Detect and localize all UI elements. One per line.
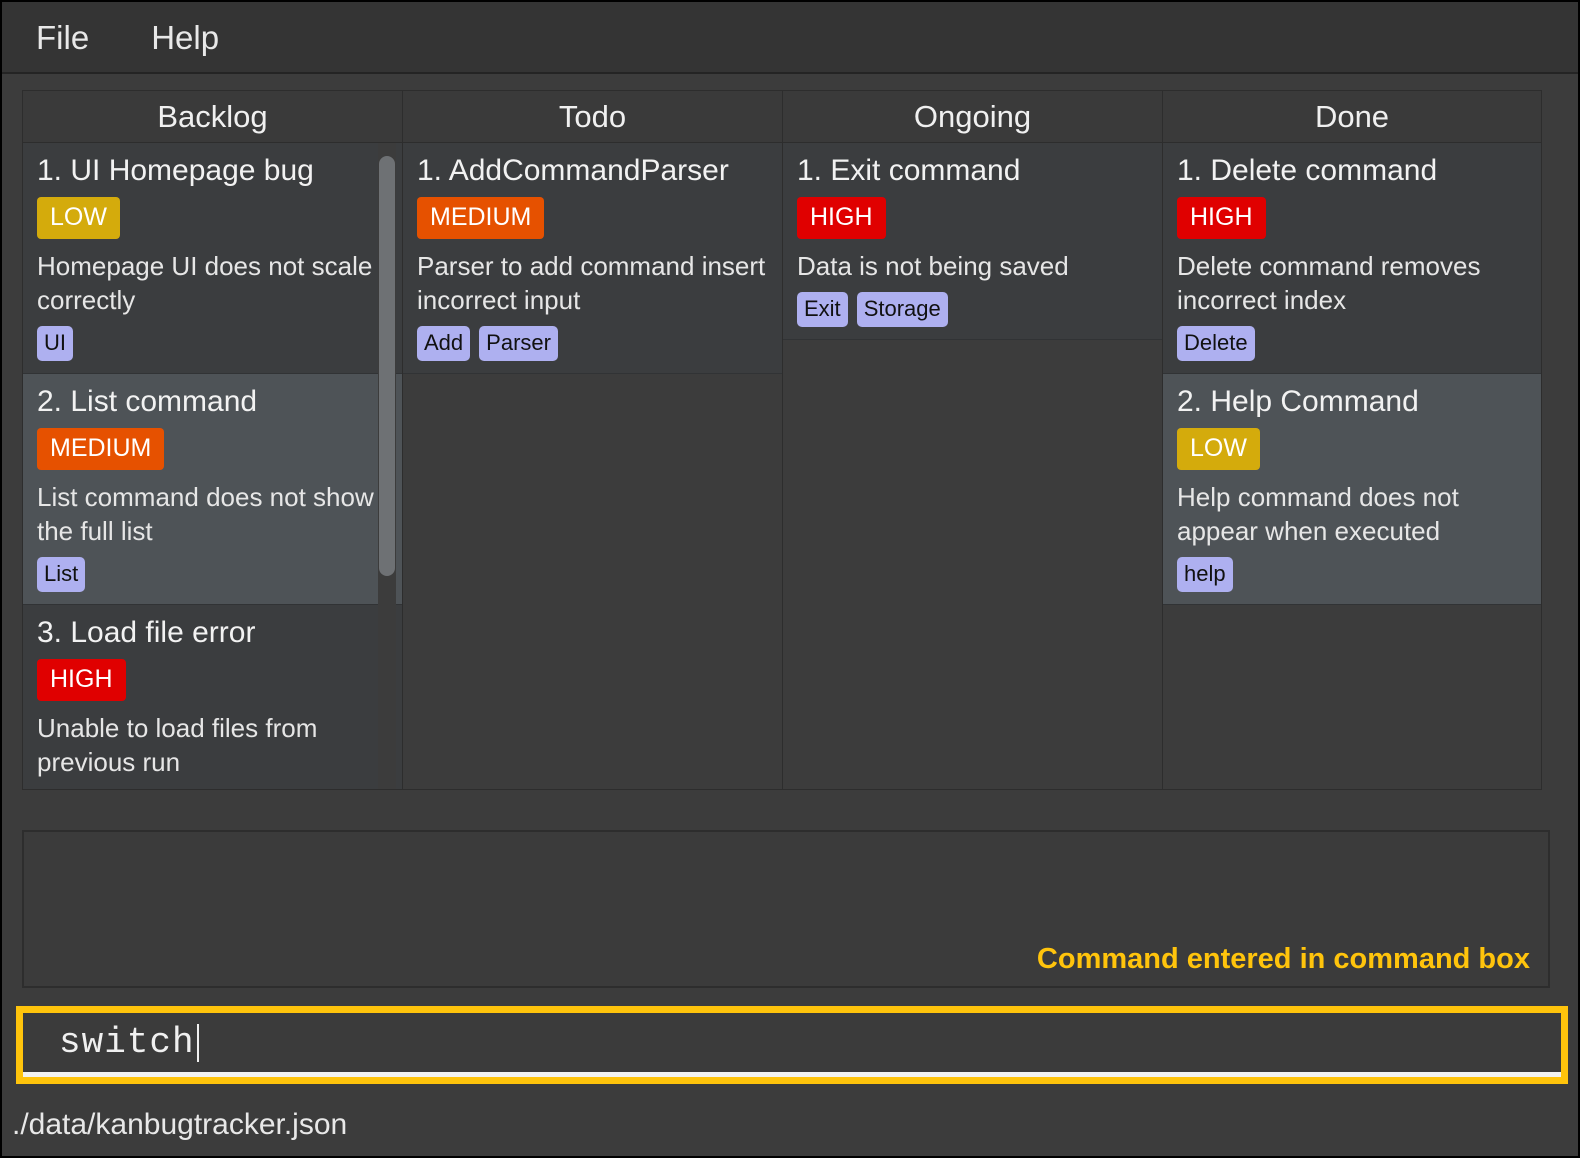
kanban-board: Backlog 1. UI Homepage bug LOW Homepage UI … — [22, 90, 1550, 790]
menu-item-file[interactable]: File — [36, 21, 89, 54]
priority-badge: MEDIUM — [417, 196, 545, 239]
task-card[interactable]: 2. List command MEDIUM List command does n… — [23, 374, 402, 606]
board-column: Done 1. Delete command HIGH Delete command … — [1162, 90, 1542, 790]
task-card-title: 1. UI Homepage bug — [37, 154, 314, 187]
priority-badge: MEDIUM — [37, 427, 165, 470]
board-column: Backlog 1. UI Homepage bug LOW Homepage UI … — [22, 90, 402, 790]
column-header[interactable]: Todo — [403, 91, 782, 143]
tag-list: UI — [37, 326, 388, 362]
command-box-highlight: switch — [16, 1006, 1568, 1084]
menu-bar: File Help — [2, 2, 1578, 74]
task-card-description: Help command does not appear when execut… — [1177, 481, 1459, 547]
column-scrollbar-thumb[interactable] — [379, 155, 395, 576]
column-card-list: 1. Delete command HIGH Delete command remo… — [1163, 143, 1541, 789]
column-header[interactable]: Backlog — [23, 91, 402, 143]
task-card-description: Delete command removes incorrect index — [1177, 250, 1481, 315]
tag-pill: Exit — [797, 291, 848, 327]
task-card-title: 2. List command — [37, 385, 258, 419]
tag-pill: UI — [37, 326, 73, 362]
task-card-title: 1. Exit command — [797, 154, 1021, 187]
task-card[interactable]: 1. UI Homepage bug LOW Homepage UI does no… — [23, 143, 402, 375]
status-bar: ./data/kanbugtracker.json — [2, 1094, 1578, 1156]
column-card-list: 1. UI Homepage bug LOW Homepage UI does no… — [23, 143, 402, 789]
annotation-command-entered: Command entered in command box — [1036, 943, 1530, 975]
task-card-title: 3. Load file error — [37, 616, 256, 650]
column-card-list: 1. AddCommandParser MEDIUM Parser to add c… — [403, 143, 782, 789]
task-card[interactable]: 3. Load file error HIGH Unable to load fil… — [23, 605, 402, 789]
task-card[interactable]: 2. Help Command LOW Help command does not … — [1163, 374, 1541, 606]
command-input-value: switch — [59, 1021, 195, 1063]
tag-pill: Storage — [856, 291, 948, 327]
task-card-description: Unable to load files from previous run — [37, 713, 318, 778]
task-card-description: Data is not being saved — [797, 250, 1069, 281]
tag-pill: Delete — [1177, 326, 1255, 362]
column-card-list: 1. Exit command HIGH Data is not being sav… — [783, 143, 1162, 789]
task-card-description: Parser to add command insert incorrect i… — [417, 250, 766, 315]
priority-badge: LOW — [1177, 427, 1260, 470]
task-card-description: Homepage UI does not scale correctly — [37, 250, 373, 315]
column-scrollbar-track[interactable] — [378, 143, 396, 789]
tag-pill: help — [1177, 557, 1233, 593]
command-input[interactable]: switch — [23, 1013, 1561, 1077]
task-card-title: 1. AddCommandParser — [417, 154, 729, 187]
priority-badge: HIGH — [37, 659, 126, 702]
tag-list: Add Parser — [417, 326, 768, 362]
board-column: Todo 1. AddCommandParser MEDIUM Parser to a… — [402, 90, 782, 790]
tag-list: Exit Storage — [797, 291, 1148, 327]
command-result-panel: Command entered in command box — [22, 830, 1550, 988]
tag-list: help — [1177, 557, 1527, 593]
board-column: Ongoing 1. Exit command HIGH Data is not be… — [782, 90, 1162, 790]
task-card[interactable]: 1. AddCommandParser MEDIUM Parser to add c… — [403, 143, 782, 375]
menu-item-help[interactable]: Help — [151, 21, 219, 54]
column-header[interactable]: Ongoing — [783, 91, 1162, 143]
task-card-title: 1. Delete command — [1177, 154, 1438, 187]
priority-badge: HIGH — [1177, 196, 1266, 239]
priority-badge: HIGH — [797, 196, 886, 239]
priority-badge: LOW — [37, 196, 120, 239]
column-header[interactable]: Done — [1163, 91, 1541, 143]
task-card[interactable]: 1. Delete command HIGH Delete command remo… — [1163, 143, 1541, 375]
task-card-title: 2. Help Command — [1177, 385, 1419, 419]
tag-pill: List — [37, 557, 86, 593]
text-cursor-icon — [196, 1023, 199, 1062]
status-bar-file-path: ./data/kanbugtracker.json — [12, 1108, 348, 1141]
app-window: File Help Backlog 1. UI Homepage bug LOW Ho… — [0, 0, 1580, 1158]
task-card[interactable]: 1. Exit command HIGH Data is not being sav… — [783, 143, 1162, 340]
tag-pill: Add — [417, 326, 471, 362]
tag-pill: Parser — [479, 326, 558, 362]
tag-list: Delete — [1177, 326, 1527, 362]
task-card-description: List command does not show the full list — [37, 481, 374, 547]
tag-list: List — [37, 557, 388, 593]
